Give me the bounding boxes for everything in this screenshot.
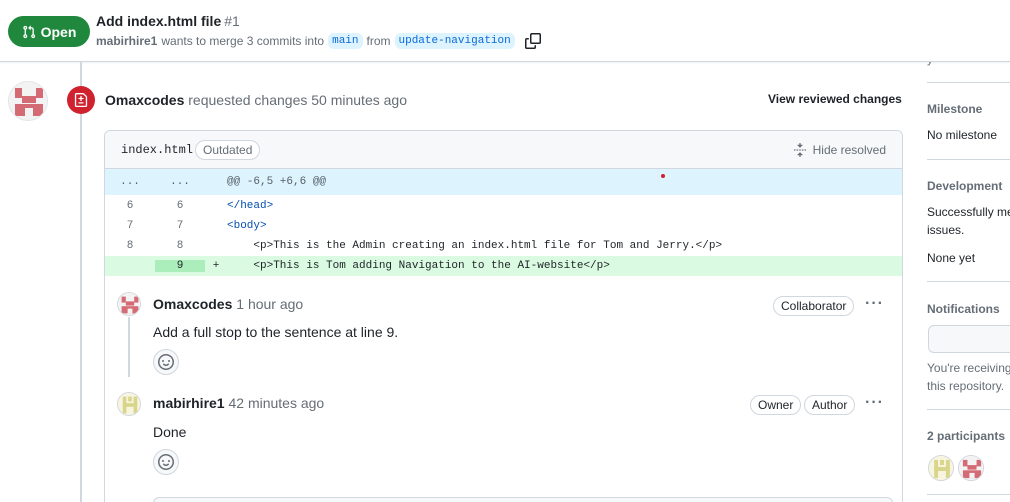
hunk-expand-left[interactable]: ... bbox=[105, 176, 155, 188]
subscribe-button[interactable] bbox=[928, 325, 1010, 353]
comment-avatar[interactable] bbox=[117, 292, 141, 316]
reply-input[interactable] bbox=[153, 497, 893, 502]
identicon-avatar-icon bbox=[118, 393, 140, 415]
identicon-avatar-icon bbox=[9, 82, 47, 120]
changes-requested-icon bbox=[67, 86, 95, 114]
base-branch[interactable]: main bbox=[328, 33, 363, 49]
owner-badge: Owner bbox=[750, 395, 802, 415]
identicon-avatar-icon bbox=[929, 456, 953, 480]
notifications-heading: Notifications bbox=[927, 302, 1000, 316]
new-line-number[interactable]: 8 bbox=[155, 240, 205, 252]
hunk-expand-right[interactable]: ... bbox=[155, 176, 205, 188]
sidebar-divider bbox=[927, 281, 1010, 282]
milestone-value: No milestone bbox=[927, 128, 998, 142]
hide-resolved-label: Hide resolved bbox=[812, 143, 886, 157]
outdated-badge: Outdated bbox=[195, 140, 261, 160]
pr-meta: mabirhire1 wants to merge 3 commits into… bbox=[96, 33, 541, 49]
diff-code: <p>This is the Admin creating an index.h… bbox=[227, 240, 723, 252]
pr-sidebar: y Milestone No milestone Development Suc… bbox=[927, 62, 1010, 502]
copy-icon bbox=[524, 33, 541, 49]
thread-line bbox=[128, 317, 130, 377]
participants-heading: 2 participants bbox=[927, 429, 1006, 443]
diff-marker: + bbox=[212, 260, 220, 272]
identicon-avatar-icon bbox=[959, 456, 983, 480]
comment-header: mabirhire1 42 minutes ago bbox=[153, 395, 324, 411]
old-line-number[interactable]: 8 bbox=[105, 240, 155, 252]
diff-table: ... ... @@ -6,5 +6,6 @@ 6 6 </head> 7 7 … bbox=[105, 169, 902, 276]
comment-time[interactable]: 1 hour ago bbox=[236, 296, 303, 312]
add-reaction-button[interactable] bbox=[153, 349, 179, 375]
git-pull-request-icon bbox=[22, 25, 35, 38]
identicon-avatar-icon bbox=[118, 293, 140, 315]
diff-line: 6 6 </head> bbox=[105, 196, 902, 216]
timeline-line bbox=[80, 62, 82, 502]
comment-options-button[interactable]: ··· bbox=[865, 295, 884, 313]
notifications-reason: You're receiving bbox=[927, 361, 1010, 375]
review-summary: Omaxcodes requested changes 50 minutes a… bbox=[105, 92, 407, 108]
add-reaction-button[interactable] bbox=[153, 449, 179, 475]
sidebar-divider bbox=[927, 159, 1010, 160]
sidebar-divider bbox=[927, 494, 1010, 495]
diff-line-added: 9 + <p>This is Tom adding Navigation to … bbox=[105, 256, 902, 276]
pr-number: #1 bbox=[224, 13, 240, 29]
pr-title-text: Add index.html file bbox=[96, 13, 222, 29]
pr-from-text: from bbox=[366, 34, 391, 48]
notifications-reason-2: this repository. bbox=[927, 379, 1005, 393]
review-action: requested changes bbox=[188, 92, 308, 108]
diff-code: </head> bbox=[227, 200, 274, 212]
old-line-number[interactable]: 6 bbox=[105, 200, 155, 212]
participant-avatar[interactable] bbox=[958, 455, 984, 481]
hunk-header-text: @@ -6,5 +6,6 @@ bbox=[227, 176, 327, 188]
view-reviewed-changes-button[interactable]: View reviewed changes bbox=[768, 92, 902, 106]
participant-avatar[interactable] bbox=[928, 455, 954, 481]
pr-title: Add index.html file #1 bbox=[96, 13, 240, 29]
review-time[interactable]: 50 minutes ago bbox=[311, 92, 407, 108]
comment-time[interactable]: 42 minutes ago bbox=[228, 395, 324, 411]
author-badge: Author bbox=[804, 395, 856, 415]
head-branch[interactable]: update-navigation bbox=[394, 33, 515, 49]
copy-branch-button[interactable] bbox=[524, 33, 541, 49]
sidebar-divider bbox=[927, 82, 1010, 83]
review-thread-card: index.html Outdated Hide resolved ... ..… bbox=[104, 130, 903, 502]
smiley-icon bbox=[158, 354, 174, 370]
comment-body: Done bbox=[153, 424, 187, 440]
milestone-heading[interactable]: Milestone bbox=[927, 102, 982, 116]
hide-resolved-button[interactable]: Hide resolved bbox=[793, 143, 886, 157]
marker-dot bbox=[661, 174, 665, 178]
diff-line: 7 7 <body> bbox=[105, 216, 902, 236]
pr-sticky-header: Open Add index.html file #1 mabirhire1 wa… bbox=[0, 0, 1010, 62]
old-line-number[interactable]: 7 bbox=[105, 220, 155, 232]
development-heading[interactable]: Development bbox=[927, 179, 1002, 193]
collaborator-badge: Collaborator bbox=[773, 296, 855, 316]
comment-author-link[interactable]: mabirhire1 bbox=[153, 395, 225, 411]
sidebar-divider bbox=[927, 409, 1010, 410]
development-description: Successfully me bbox=[927, 205, 1010, 219]
pr-state-badge: Open bbox=[8, 16, 90, 47]
diff-code: <body> bbox=[227, 220, 267, 232]
reviewer-avatar[interactable] bbox=[8, 81, 48, 121]
smiley-icon bbox=[158, 454, 174, 470]
comment-body: Add a full stop to the sentence at line … bbox=[153, 324, 399, 340]
fold-icon bbox=[793, 143, 806, 157]
file-name-link[interactable]: index.html bbox=[121, 143, 193, 157]
file-header: index.html Outdated Hide resolved bbox=[105, 131, 902, 169]
diff-line: 8 8 <p>This is the Admin creating an ind… bbox=[105, 236, 902, 256]
pr-merge-text: wants to merge 3 commits into bbox=[161, 34, 325, 48]
new-line-number[interactable]: 7 bbox=[155, 220, 205, 232]
comment-avatar[interactable] bbox=[117, 392, 141, 416]
reviewer-name-link[interactable]: Omaxcodes bbox=[105, 92, 184, 108]
comment-options-button[interactable]: ··· bbox=[865, 394, 884, 412]
sidebar-clipped-text: y bbox=[927, 62, 933, 68]
new-line-number[interactable]: 6 bbox=[155, 200, 205, 212]
hunk-header-row: ... ... @@ -6,5 +6,6 @@ bbox=[105, 169, 902, 195]
development-value: None yet bbox=[927, 251, 976, 265]
pr-state-label: Open bbox=[40, 23, 77, 40]
comment-author-link[interactable]: Omaxcodes bbox=[153, 296, 232, 312]
pr-author-link[interactable]: mabirhire1 bbox=[96, 34, 157, 48]
comment-header: Omaxcodes 1 hour ago bbox=[153, 296, 303, 312]
diff-code: <p>This is Tom adding Navigation to the … bbox=[227, 260, 610, 272]
new-line-number[interactable]: 9 bbox=[155, 260, 205, 272]
development-description-2: issues. bbox=[927, 223, 965, 237]
